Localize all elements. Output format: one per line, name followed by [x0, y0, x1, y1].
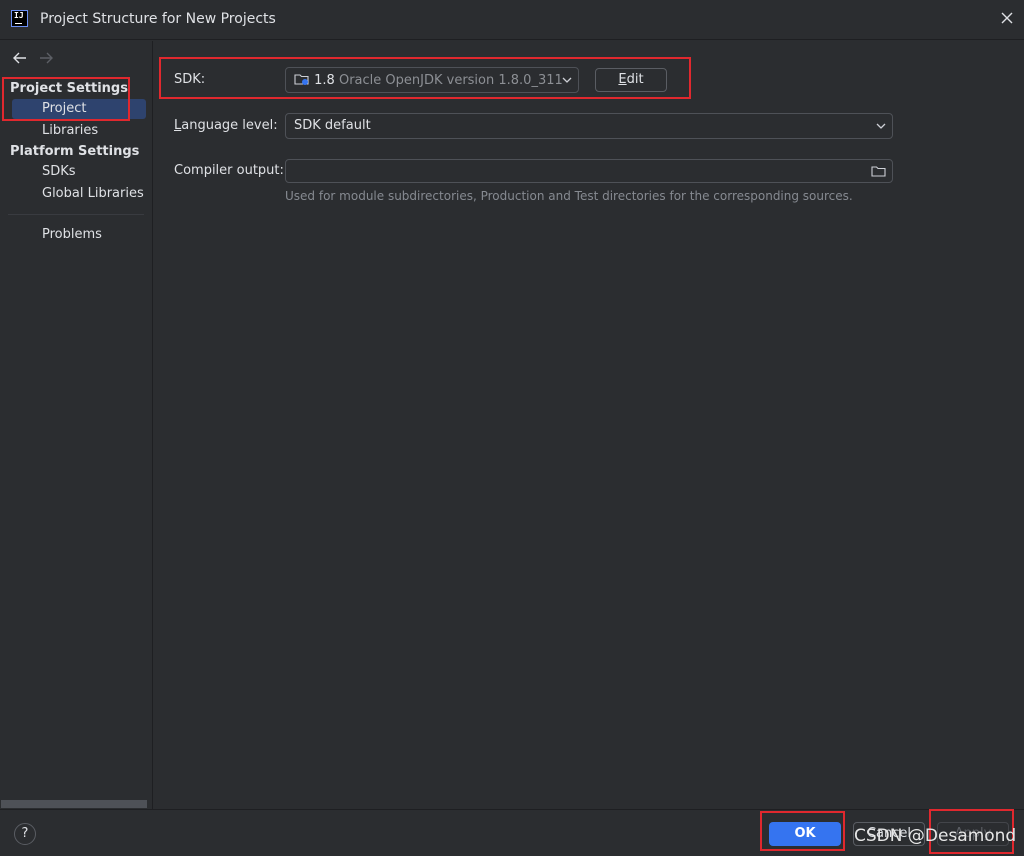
sidebar-item-sdks[interactable]: SDKs	[12, 162, 146, 182]
platform-settings-header: Platform Settings	[10, 144, 140, 159]
sidebar-item-label: SDKs	[42, 164, 76, 179]
sidebar-divider	[8, 214, 144, 215]
intellij-icon: IJ	[11, 10, 28, 27]
window-title: Project Structure for New Projects	[40, 11, 276, 27]
edit-button-label: dit	[626, 72, 644, 87]
sidebar-item-label: Problems	[42, 227, 102, 242]
edit-button-mnemonic: E	[618, 72, 627, 87]
sdk-dropdown[interactable]: 1.8 Oracle OpenJDK version 1.8.0_311	[285, 67, 579, 93]
sidebar-item-label: Project	[42, 101, 87, 116]
sidebar-item-global-libraries[interactable]: Global Libraries	[12, 184, 146, 204]
close-icon[interactable]	[998, 9, 1016, 27]
title-bar: IJ Project Structure for New Projects	[0, 0, 1024, 40]
back-arrow-icon[interactable]	[12, 51, 28, 65]
sdk-folder-icon	[294, 74, 309, 85]
compiler-output-hint: Used for module subdirectories, Producti…	[285, 189, 853, 203]
language-level-dropdown[interactable]: SDK default	[285, 113, 893, 139]
chevron-down-icon	[562, 77, 572, 83]
folder-icon[interactable]	[871, 164, 886, 178]
language-level-label-text: anguage level:	[181, 118, 278, 133]
sdk-version: 1.8	[314, 73, 335, 88]
project-settings-header: Project Settings	[10, 81, 128, 96]
sdk-label: SDK:	[174, 72, 206, 87]
app-icon-text: IJ	[14, 11, 24, 20]
ok-button[interactable]: OK	[769, 822, 841, 846]
sidebar-item-project[interactable]: Project	[12, 99, 146, 119]
help-button[interactable]: ?	[14, 823, 36, 845]
chevron-down-icon	[876, 123, 886, 129]
compiler-output-label: Compiler output:	[174, 163, 284, 178]
compiler-output-field[interactable]	[285, 159, 893, 183]
sidebar-item-label: Global Libraries	[42, 186, 144, 201]
sidebar-item-problems[interactable]: Problems	[12, 225, 146, 245]
sdk-description: Oracle OpenJDK version 1.8.0_311	[338, 73, 563, 88]
project-settings-panel: SDK: 1.8 Oracle OpenJDK version 1.8.0_31…	[154, 41, 1024, 809]
watermark-text: CSDN @Desamond	[854, 826, 1017, 846]
sidebar: Project Settings Project Libraries Platf…	[0, 41, 153, 809]
sidebar-item-libraries[interactable]: Libraries	[12, 121, 146, 141]
language-level-label: Language level:	[174, 118, 278, 133]
forward-arrow-icon[interactable]	[38, 51, 54, 65]
sidebar-item-label: Libraries	[42, 123, 99, 138]
sidebar-scrollbar[interactable]	[1, 800, 147, 808]
edit-sdk-button[interactable]: Edit	[595, 68, 667, 92]
language-level-value: SDK default	[294, 118, 371, 133]
